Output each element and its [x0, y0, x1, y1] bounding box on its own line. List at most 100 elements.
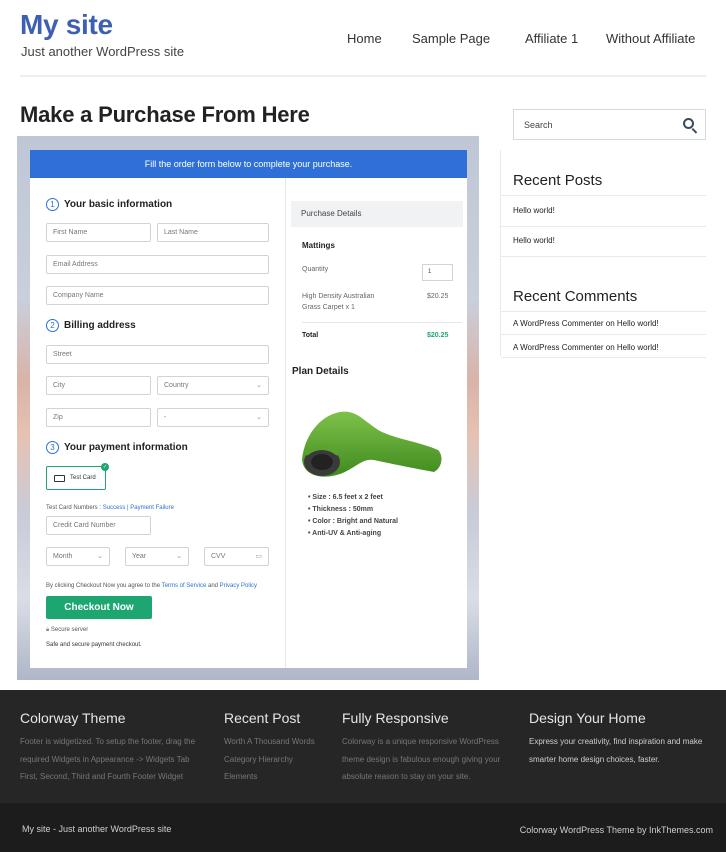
footer-post-link[interactable]: Category Hierarchy — [224, 751, 334, 769]
test-card-option[interactable]: Test Card ✓ — [46, 463, 109, 490]
test-numbers-prefix: Test Card Numbers : — [46, 505, 103, 511]
last-name-field[interactable]: Last Name — [157, 223, 269, 242]
cvv-field[interactable]: CVV ▭ — [204, 547, 269, 566]
site-header: My site Just another WordPress site Home… — [0, 0, 726, 80]
footer-bottom-bar: My site - Just another WordPress site Co… — [0, 803, 726, 852]
footer-post-link[interactable]: Elements — [224, 768, 334, 786]
terms-link[interactable]: Terms of Service — [162, 583, 207, 589]
company-field[interactable]: Company Name — [46, 286, 269, 305]
chevron-down-icon: ⌄ — [256, 414, 262, 421]
footer-widgets: Colorway Theme Footer is widgetized. To … — [0, 690, 726, 803]
success-link[interactable]: Success — [103, 505, 126, 511]
footer-col3-text: Colorway is a unique responsive WordPres… — [342, 733, 522, 786]
nav-affiliate-1[interactable]: Affiliate 1 — [525, 31, 578, 46]
section-label: Billing address — [64, 320, 136, 332]
plan-bullet: • Thickness : 50mm — [308, 506, 374, 513]
step-number: 3 — [46, 441, 59, 454]
footer-col4-title: Design Your Home — [529, 710, 646, 726]
step-number: 1 — [46, 198, 59, 211]
chevron-down-icon: ⌄ — [97, 553, 103, 560]
nav-home[interactable]: Home — [347, 31, 382, 46]
footer-theme-credit[interactable]: Colorway WordPress Theme by InkThemes.co… — [520, 825, 713, 835]
street-field[interactable]: Street — [46, 345, 269, 364]
plan-bullet-text: Color : Bright and Natural — [312, 518, 398, 525]
plan-bullet: • Anti-UV & Anti-aging — [308, 530, 382, 537]
recent-post-link[interactable]: Hello world! — [513, 206, 555, 215]
page-title: Make a Purchase From Here — [20, 102, 310, 127]
plan-bullet-text: Size : 6.5 feet x 2 feet — [312, 494, 383, 501]
comment-author-link[interactable]: A WordPress Commenter — [513, 343, 604, 352]
footer-line: smarter home design choices, faster. — [529, 754, 660, 764]
sidebar-divider — [501, 195, 706, 196]
month-select-value: Month — [53, 553, 73, 560]
card-icon: ▭ — [255, 553, 262, 560]
test-card-numbers: Test Card Numbers : Success | Payment Fa… — [46, 505, 174, 511]
footer-line: absolute reason to stay on your site. — [342, 772, 471, 781]
item-name-line2: Grass Carpet x 1 — [302, 304, 355, 311]
item-price: $20.25 — [427, 293, 449, 300]
privacy-link[interactable]: Privacy Policy — [220, 583, 257, 589]
lock-icon: 🔒︎ — [46, 627, 50, 633]
footer-col3-title: Fully Responsive — [342, 710, 449, 726]
recent-comment: A WordPress Commenter on Hello world! — [513, 319, 659, 328]
site-title[interactable]: My site — [20, 9, 113, 41]
terms-prefix: By clicking Checkout Now you agree to th… — [46, 583, 162, 589]
checkout-now-button[interactable]: Checkout Now — [46, 596, 152, 619]
search-input[interactable]: Search — [513, 109, 706, 140]
item-name-line1: High Density Australian — [302, 293, 375, 300]
failure-link[interactable]: Payment Failure — [130, 505, 174, 511]
email-field[interactable]: Email Address — [46, 255, 269, 274]
footer-col4-text: Express your creativity, find inspiratio… — [529, 733, 721, 768]
header-divider — [20, 75, 706, 77]
quantity-label: Quantity — [302, 266, 329, 273]
secure-label: Secure server — [50, 627, 89, 633]
search-icon[interactable] — [683, 118, 694, 129]
total-label: Total — [302, 332, 319, 339]
footer-line: Colorway is a unique responsive WordPres… — [342, 737, 499, 746]
site-tagline: Just another WordPress site — [21, 44, 185, 59]
step-number: 2 — [46, 319, 59, 332]
plan-bullet: • Color : Bright and Natural — [308, 518, 398, 525]
footer-post-link[interactable]: Worth A Thousand Words — [224, 733, 334, 751]
test-card-label: Test Card — [70, 475, 96, 481]
search-placeholder: Search — [524, 120, 553, 130]
comment-author-link[interactable]: A WordPress Commenter — [513, 319, 604, 328]
quantity-input[interactable]: 1 — [422, 264, 453, 281]
sidebar-divider — [501, 226, 706, 227]
comment-on: on — [603, 319, 617, 328]
section-billing: 2 Billing address — [46, 319, 136, 332]
column-divider — [285, 178, 286, 668]
recent-comment: A WordPress Commenter on Hello world! — [513, 343, 659, 352]
country-select-value: Country — [164, 382, 189, 389]
nav-sample-page[interactable]: Sample Page — [412, 31, 490, 46]
footer-col2-links: Worth A Thousand Words Category Hierarch… — [224, 733, 334, 786]
recent-post-link[interactable]: Hello world! — [513, 236, 555, 245]
card-number-field[interactable]: Credit Card Number — [46, 516, 151, 535]
footer-line: First, Second, Third and Fourth Footer W… — [20, 772, 184, 781]
footer-col2-title: Recent Post — [224, 710, 301, 726]
comment-post-link[interactable]: Hello world! — [617, 343, 659, 352]
comment-post-link[interactable]: Hello world! — [617, 319, 659, 328]
city-field[interactable]: City — [46, 376, 151, 395]
total-divider — [302, 322, 462, 323]
footer-site-credit[interactable]: My site - Just another WordPress site — [22, 824, 171, 834]
plan-bullet: • Size : 6.5 feet x 2 feet — [308, 494, 383, 501]
terms-text: By clicking Checkout Now you agree to th… — [46, 583, 257, 589]
plan-bullet-text: Anti-UV & Anti-aging — [312, 530, 382, 537]
year-select[interactable]: Year ⌄ — [125, 547, 189, 566]
state-select[interactable]: - ⌄ — [157, 408, 269, 427]
month-select[interactable]: Month ⌄ — [46, 547, 110, 566]
nav-without-affiliate[interactable]: Without Affiliate — [606, 31, 695, 46]
zip-field[interactable]: Zip — [46, 408, 151, 427]
checkout-card: Fill the order form below to complete yo… — [30, 150, 467, 668]
section-payment: 3 Your payment information — [46, 441, 188, 454]
footer-line: Footer is widgetized. To setup the foote… — [20, 737, 196, 746]
first-name-field[interactable]: First Name — [46, 223, 151, 242]
check-icon: ✓ — [101, 463, 109, 471]
footer-line: theme design is fabulous enough giving y… — [342, 754, 501, 764]
secure-server: 🔒︎ Secure server — [46, 627, 88, 634]
state-select-value: - — [164, 414, 167, 421]
plan-details-title: Plan Details — [292, 366, 349, 377]
terms-and: and — [206, 583, 220, 589]
country-select[interactable]: Country ⌄ — [157, 376, 269, 395]
